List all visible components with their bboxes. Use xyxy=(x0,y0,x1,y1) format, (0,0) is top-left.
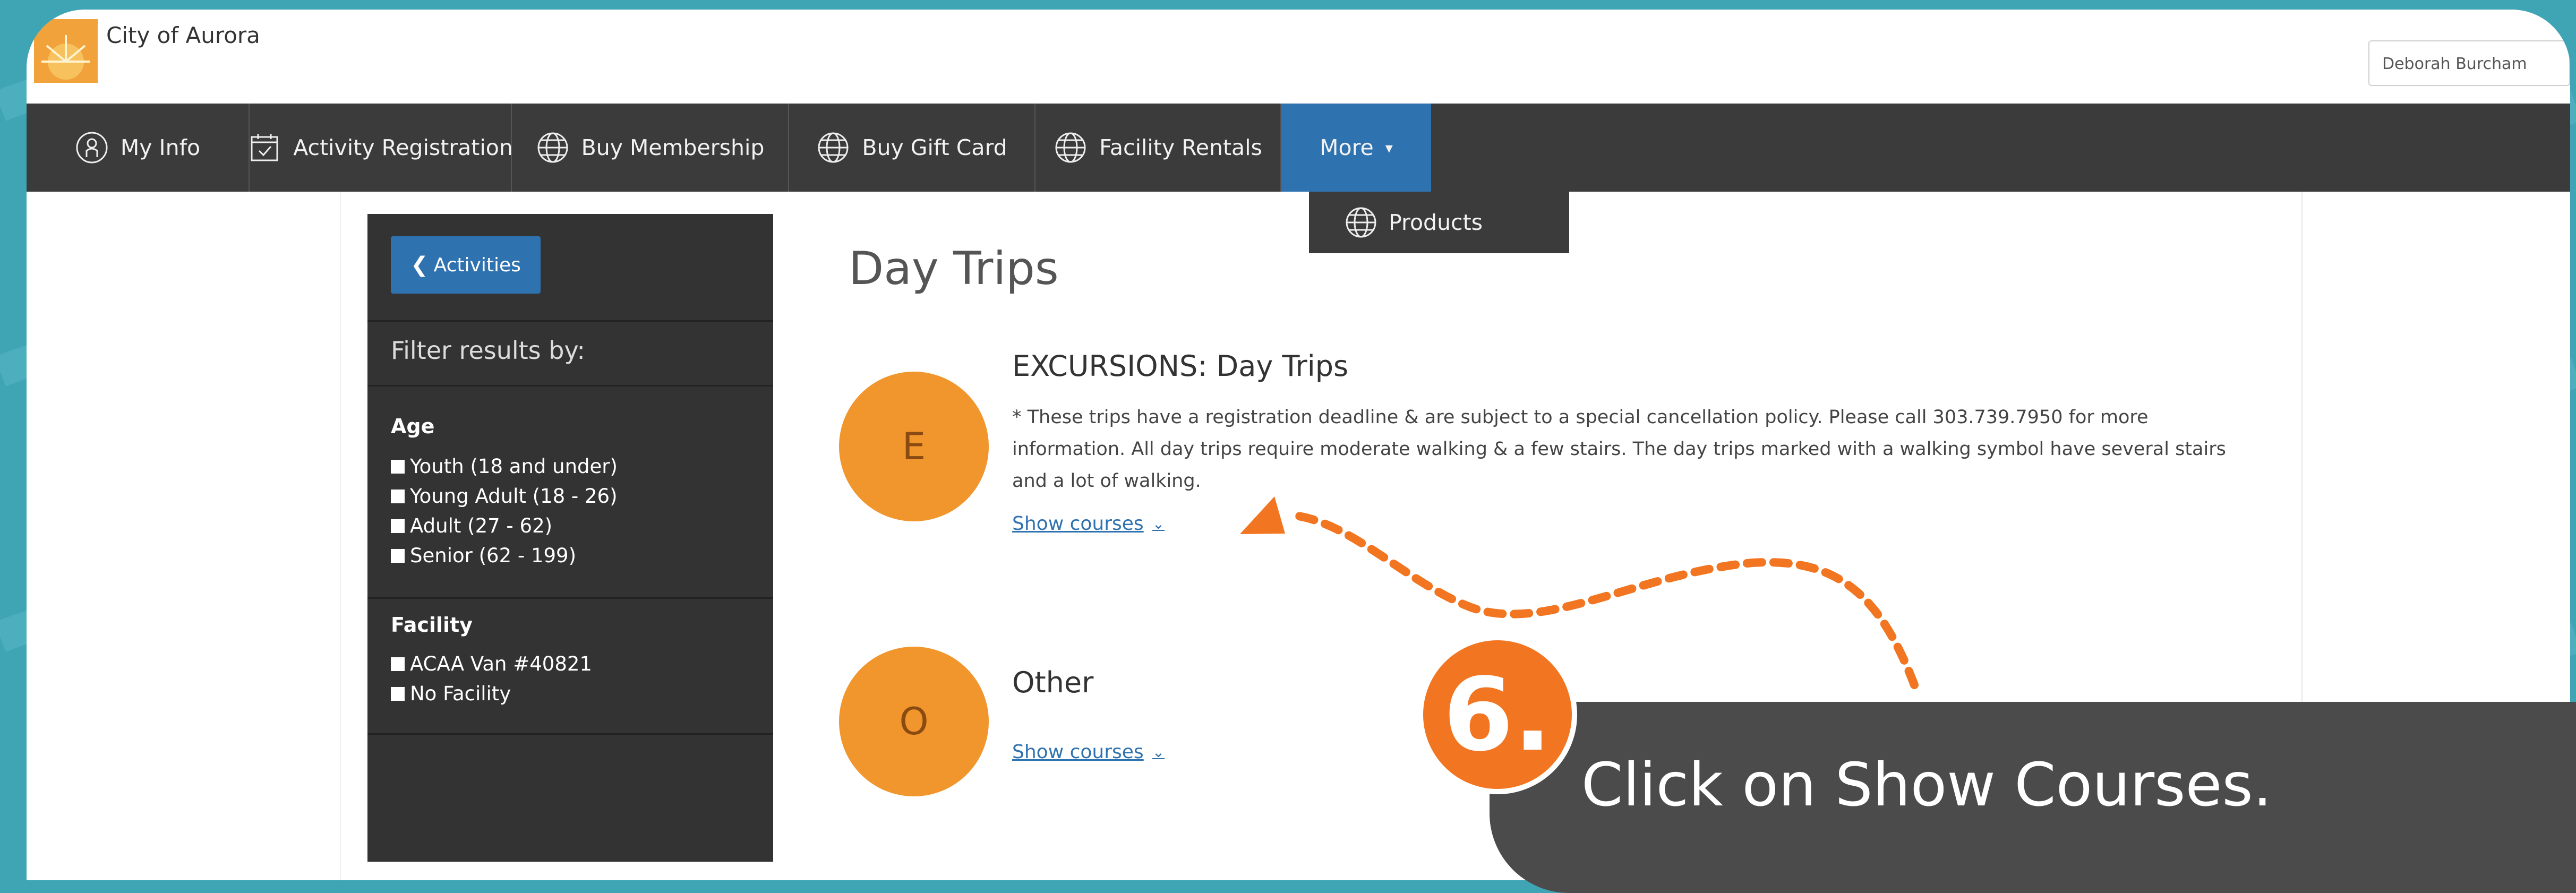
nav-buy-membership[interactable]: Buy Membership xyxy=(512,104,789,192)
filter-sidebar: ❮ Activities Filter results by: Age Yout… xyxy=(367,214,773,862)
link-label: Show courses xyxy=(1012,513,1144,535)
divider xyxy=(367,320,773,322)
category-title-excursions: EXCURSIONS: Day Trips xyxy=(1012,349,1349,383)
show-courses-link-other[interactable]: Show courses ⌄ xyxy=(1012,741,1165,763)
divider xyxy=(367,733,773,735)
facility-option-van[interactable]: ACAA Van #40821 xyxy=(391,652,592,675)
facility-option-none[interactable]: No Facility xyxy=(391,682,511,705)
category-description: * These trips have a registration deadli… xyxy=(1012,407,2226,492)
dropdown-label: Products xyxy=(1389,210,1483,235)
age-filter-title: Age xyxy=(391,415,435,438)
nav-more-menu[interactable]: More ▾ xyxy=(1281,104,1431,192)
option-label: Senior (62 - 199) xyxy=(410,544,577,567)
back-label: Activities xyxy=(433,254,521,276)
checkbox[interactable] xyxy=(391,489,405,503)
globe-icon xyxy=(1055,132,1086,163)
nav-label: More xyxy=(1320,135,1374,160)
chevron-down-icon: ⌄ xyxy=(1152,515,1165,533)
content-divider xyxy=(340,192,341,880)
main-nav: My Info Activity Registration Buy Member… xyxy=(27,104,2570,192)
divider xyxy=(367,385,773,387)
nav-label: Activity Registration xyxy=(293,135,513,160)
filter-title: Filter results by: xyxy=(391,336,585,365)
globe-icon xyxy=(537,132,568,163)
age-option-young-adult[interactable]: Young Adult (18 - 26) xyxy=(391,485,618,508)
chevron-down-icon: ⌄ xyxy=(1152,743,1165,761)
category-avatar-other: O xyxy=(839,647,989,796)
nav-label: My Info xyxy=(120,135,201,160)
facility-filter-title: Facility xyxy=(391,613,473,637)
user-account-button[interactable]: Deborah Burcham xyxy=(2368,40,2570,86)
nav-facility-rentals[interactable]: Facility Rentals xyxy=(1035,104,1281,192)
city-logo[interactable] xyxy=(34,19,98,83)
option-label: Adult (27 - 62) xyxy=(410,514,553,537)
option-label: ACAA Van #40821 xyxy=(410,652,592,675)
caret-down-icon: ▾ xyxy=(1385,139,1393,157)
age-option-adult[interactable]: Adult (27 - 62) xyxy=(391,514,552,537)
globe-icon xyxy=(818,132,849,163)
option-label: Youth (18 and under) xyxy=(410,455,618,478)
nav-label: Buy Membership xyxy=(581,135,765,160)
checkbox[interactable] xyxy=(391,686,405,701)
age-option-youth[interactable]: Youth (18 and under) xyxy=(391,455,618,478)
link-label: Show courses xyxy=(1012,741,1144,763)
person-icon xyxy=(76,132,108,164)
age-option-senior[interactable]: Senior (62 - 199) xyxy=(391,544,576,567)
instruction-text: Click on Show Courses. xyxy=(1581,751,2272,820)
category-avatar-excursions: E xyxy=(839,372,989,521)
more-dropdown-item-products[interactable]: Products xyxy=(1309,192,1569,253)
option-label: No Facility xyxy=(410,682,511,705)
site-title: City of Aurora xyxy=(106,22,260,48)
globe-icon xyxy=(1346,207,1376,238)
chevron-left-icon: ❮ xyxy=(410,253,429,277)
nav-activity-registration[interactable]: Activity Registration xyxy=(250,104,513,192)
nav-label: Facility Rentals xyxy=(1099,135,1262,160)
option-label: Young Adult (18 - 26) xyxy=(410,485,618,508)
sun-logo-icon xyxy=(34,19,98,83)
checkbox[interactable] xyxy=(391,657,405,671)
calendar-icon xyxy=(251,134,278,161)
checkbox[interactable] xyxy=(391,459,405,474)
checkbox[interactable] xyxy=(391,548,405,563)
show-courses-link-excursions[interactable]: Show courses ⌄ xyxy=(1012,513,1165,535)
nav-my-info[interactable]: My Info xyxy=(27,104,250,192)
nav-label: Buy Gift Card xyxy=(862,135,1007,160)
checkbox[interactable] xyxy=(391,519,405,533)
page-title: Day Trips xyxy=(849,242,1059,295)
nav-buy-gift-card[interactable]: Buy Gift Card xyxy=(789,104,1035,192)
divider xyxy=(367,597,773,599)
back-to-activities-button[interactable]: ❮ Activities xyxy=(391,236,541,294)
category-title-other: Other xyxy=(1012,666,1094,699)
step-number-badge: 6. xyxy=(1418,635,1577,794)
